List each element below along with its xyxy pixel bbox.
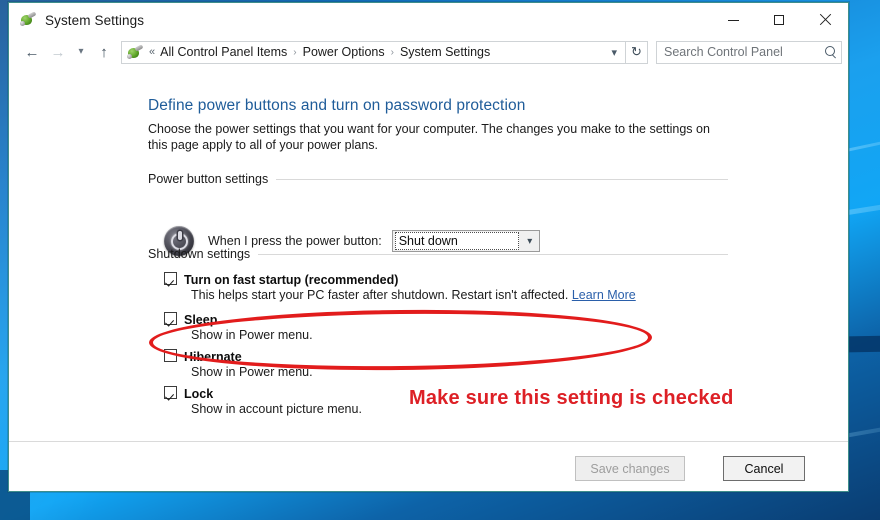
breadcrumb-separator[interactable]: › <box>289 47 300 58</box>
close-button[interactable] <box>802 3 848 37</box>
control-panel-icon <box>126 44 144 60</box>
group-label: Power button settings <box>148 172 269 186</box>
forward-arrow-icon: → <box>50 43 66 61</box>
page-title: Define power buttons and turn on passwor… <box>148 97 526 114</box>
red-ellipse-highlight <box>148 307 653 373</box>
checkbox-description-lock: Show in account picture menu. <box>191 402 362 416</box>
chevron-down-icon[interactable]: ▾ <box>609 46 623 59</box>
chevron-down-icon: ▾ <box>78 46 84 57</box>
search-icon <box>824 45 837 59</box>
close-icon <box>819 14 831 26</box>
refresh-button[interactable]: ↻ <box>626 40 648 64</box>
power-button-label: When I press the power button: <box>208 234 382 248</box>
up-arrow-icon: ↑ <box>100 43 108 61</box>
window-controls <box>710 3 848 37</box>
refresh-icon: ↻ <box>631 44 642 59</box>
back-arrow-icon: ← <box>24 43 40 61</box>
annotation-text: Make sure this setting is checked <box>409 387 734 409</box>
search-input[interactable]: Search Control Panel <box>656 40 842 64</box>
description-text: This helps start your PC faster after sh… <box>191 288 572 302</box>
checkbox-description-fast-startup: This helps start your PC faster after sh… <box>191 287 636 304</box>
group-label: Shutdown settings <box>148 247 251 261</box>
chevron-down-icon: ▾ <box>527 235 533 247</box>
forward-button[interactable]: → <box>45 40 71 64</box>
up-button[interactable]: ↑ <box>91 40 117 64</box>
learn-more-link[interactable]: Learn More <box>572 288 636 302</box>
system-settings-window: System Settings ← → ▾ ↑ « All Control Pa… <box>8 2 849 492</box>
page-description: Choose the power settings that you want … <box>148 122 710 152</box>
cancel-button[interactable]: Cancel <box>723 456 805 481</box>
search-placeholder: Search Control Panel <box>664 45 783 59</box>
breadcrumb-item-power-options[interactable]: Power Options <box>301 45 387 59</box>
minimize-button[interactable] <box>710 3 756 37</box>
checkbox-lock[interactable] <box>164 386 177 399</box>
checkbox-fast-startup[interactable] <box>164 272 177 285</box>
breadcrumb-item-all-control-panel-items[interactable]: All Control Panel Items <box>158 45 289 59</box>
minimize-icon <box>727 19 739 21</box>
checkbox-label-lock: Lock <box>184 387 214 401</box>
recent-locations-button[interactable]: ▾ <box>71 40 91 64</box>
breadcrumb[interactable]: « All Control Panel Items › Power Option… <box>121 40 626 64</box>
address-bar: ← → ▾ ↑ « All Control Panel Items › Powe… <box>9 37 848 67</box>
control-panel-icon <box>19 11 37 29</box>
save-changes-button[interactable]: Save changes <box>575 456 685 481</box>
checkbox-sleep[interactable] <box>164 312 177 325</box>
group-rule <box>276 178 728 180</box>
group-header-shutdown-settings: Shutdown settings <box>148 247 728 261</box>
back-button[interactable]: ← <box>19 40 45 64</box>
title-bar: System Settings <box>9 3 848 37</box>
window-title: System Settings <box>45 12 145 28</box>
maximize-icon <box>774 15 784 25</box>
checkbox-label-fast-startup: Turn on fast startup (recommended) <box>184 273 399 287</box>
group-rule <box>258 253 728 255</box>
breadcrumb-separator[interactable]: › <box>387 47 398 58</box>
footer-bar: Save changes Cancel <box>9 441 848 491</box>
breadcrumb-item-system-settings[interactable]: System Settings <box>398 45 492 59</box>
content-area: Define power buttons and turn on passwor… <box>9 67 848 491</box>
maximize-button[interactable] <box>756 3 802 37</box>
group-header-power-button-settings: Power button settings <box>148 172 728 186</box>
breadcrumb-overflow[interactable]: « <box>146 46 158 58</box>
